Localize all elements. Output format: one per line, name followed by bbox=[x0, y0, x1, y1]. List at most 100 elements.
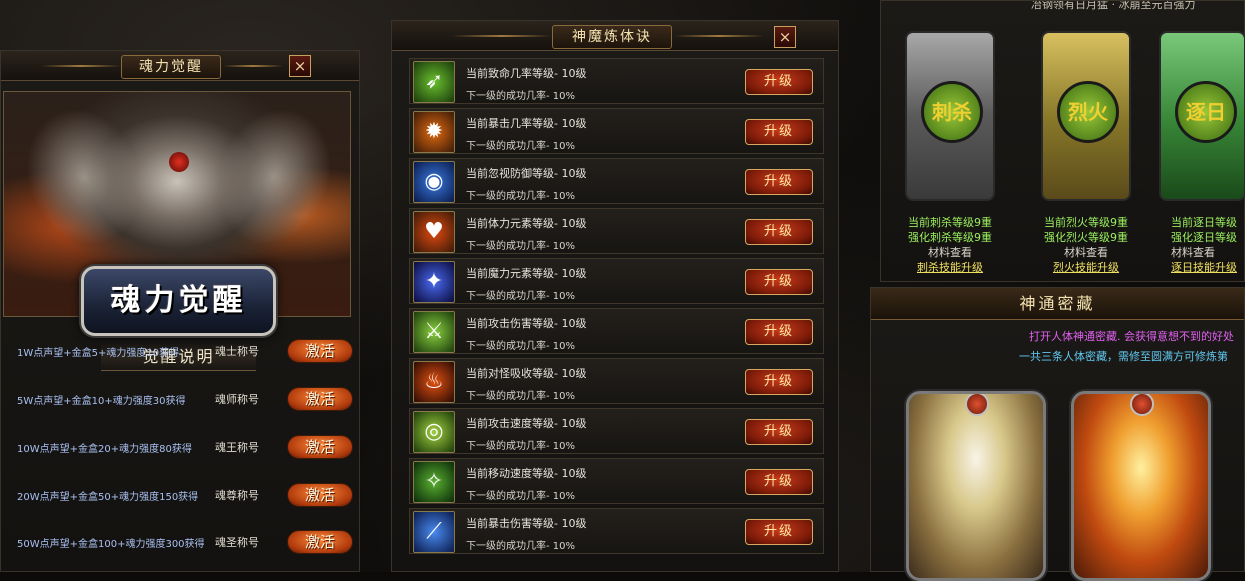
skill-success-rate: 下一级的成功几率- 10% bbox=[466, 491, 576, 502]
upgrade-button[interactable]: 升级 bbox=[745, 119, 813, 145]
dragon-gem bbox=[169, 152, 189, 172]
blue-slash-icon: ⟋ bbox=[413, 511, 455, 553]
material-view-link[interactable]: 材料查看 bbox=[895, 245, 1005, 260]
upgrade-button[interactable]: 升级 bbox=[745, 69, 813, 95]
soul-awaken-banner: 魂力觉醒 bbox=[81, 266, 276, 336]
upgrade-button[interactable]: 升级 bbox=[745, 319, 813, 345]
skill-row: ➶ 当前致命几率等级- 10级 下一级的成功几率- 10% 升级 bbox=[409, 58, 824, 104]
awaken-title-name: 魂师称号 bbox=[215, 393, 259, 406]
close-button[interactable]: × bbox=[289, 55, 311, 77]
activate-button[interactable]: 激活 bbox=[287, 339, 353, 363]
skill-success-rate: 下一级的成功几率- 10% bbox=[466, 341, 576, 352]
card-badge-icon bbox=[965, 394, 989, 416]
secret-card-phoenix[interactable] bbox=[1071, 391, 1211, 581]
upgrade-button[interactable]: 升级 bbox=[745, 219, 813, 245]
awaken-title-name: 魂尊称号 bbox=[215, 489, 259, 502]
shield-ignore-icon: ◉ bbox=[413, 161, 455, 203]
activate-button[interactable]: 激活 bbox=[287, 435, 353, 459]
soul-awaken-panel: 魂力觉醒 × 魂力觉醒 觉醒说明 1W点声望+金盒5+魂力强度10获得 魂士称号… bbox=[0, 50, 360, 572]
dragon-wing-right bbox=[191, 92, 350, 268]
skill-success-rate: 下一级的成功几率- 10% bbox=[466, 191, 576, 202]
skill-row: ◉ 当前忽视防御等级- 10级 下一级的成功几率- 10% 升级 bbox=[409, 158, 824, 204]
emblem-enhance-level: 强化逐日等级 bbox=[1171, 231, 1237, 244]
divine-secret-hint: 打开人体神通密藏. 会获得意想不到的好处 bbox=[1029, 330, 1234, 343]
skill-row: ⟋ 当前暴击伤害等级- 10级 下一级的成功几率- 10% 升级 bbox=[409, 508, 824, 554]
body-refining-title-bar: 神魔炼体诀 × bbox=[392, 21, 838, 51]
skill-level-text: 当前魔力元素等级- 10级 bbox=[466, 267, 587, 280]
upgrade-button[interactable]: 升级 bbox=[745, 469, 813, 495]
awaken-row: 10W点声望+金盒20+魂力强度80获得 魂王称号 激活 bbox=[17, 433, 357, 461]
emblem-cisha-info: 当前刺杀等级9重 强化刺杀等级9重 材料查看 刺杀技能升级 bbox=[895, 215, 1005, 275]
skill-row: ⚔ 当前攻击伤害等级- 10级 下一级的成功几率- 10% 升级 bbox=[409, 308, 824, 354]
soul-awaken-title: 魂力觉醒 bbox=[121, 55, 221, 79]
wind-swirl-icon: ◎ bbox=[413, 411, 455, 453]
fire-figure-icon: ♨ bbox=[413, 361, 455, 403]
close-button[interactable]: × bbox=[774, 26, 796, 48]
emblem-zhuri-label: 逐日 bbox=[1175, 81, 1237, 143]
awaken-requirement: 20W点声望+金盒50+魂力强度150获得 bbox=[17, 491, 199, 503]
skill-row: ♨ 当前对怪吸收等级- 10级 下一级的成功几率- 10% 升级 bbox=[409, 358, 824, 404]
emblem-cisha-label: 刺杀 bbox=[921, 81, 983, 143]
awaken-requirement: 1W点声望+金盒5+魂力强度10获得 bbox=[17, 347, 180, 359]
body-refining-panel: 神魔炼体诀 × ➶ 当前致命几率等级- 10级 下一级的成功几率- 10% 升级 ✹ 当前… bbox=[391, 20, 839, 572]
emblem-cisha[interactable]: 刺杀 bbox=[905, 31, 995, 201]
material-view-link[interactable]: 材料查看 bbox=[1031, 245, 1141, 260]
skill-upgrade-link[interactable]: 逐日技能升级 bbox=[1171, 260, 1245, 275]
upgrade-button[interactable]: 升级 bbox=[745, 269, 813, 295]
emblem-current-level: 当前逐日等级 bbox=[1171, 216, 1237, 229]
skill-emblem-panel: 冶钢领有日月猛 · 冰崩至元百强力 刺杀 当前刺杀等级9重 强化刺杀等级9重 材… bbox=[880, 0, 1245, 282]
skill-row: ✦ 当前魔力元素等级- 10级 下一级的成功几率- 10% 升级 bbox=[409, 258, 824, 304]
heart-icon: ♥ bbox=[413, 211, 455, 253]
emblem-current-level: 当前刺杀等级9重 bbox=[908, 216, 992, 229]
body-refining-title: 神魔炼体诀 bbox=[552, 25, 672, 49]
arrow-icon: ➶ bbox=[413, 61, 455, 103]
skill-success-rate: 下一级的成功几率- 10% bbox=[466, 141, 576, 152]
skill-success-rate: 下一级的成功几率- 10% bbox=[466, 241, 576, 252]
upgrade-button[interactable]: 升级 bbox=[745, 169, 813, 195]
skill-success-rate: 下一级的成功几率- 10% bbox=[466, 391, 576, 402]
flourish-right bbox=[674, 35, 764, 37]
upgrade-button[interactable]: 升级 bbox=[745, 519, 813, 545]
skill-level-text: 当前忽视防御等级- 10级 bbox=[466, 167, 587, 180]
awaken-row: 1W点声望+金盒5+魂力强度10获得 魂士称号 激活 bbox=[17, 337, 357, 365]
activate-button[interactable]: 激活 bbox=[287, 483, 353, 507]
activate-button[interactable]: 激活 bbox=[287, 530, 353, 554]
emblem-liehuo-label: 烈火 bbox=[1057, 81, 1119, 143]
upgrade-button[interactable]: 升级 bbox=[745, 419, 813, 445]
flourish-left bbox=[41, 65, 121, 67]
skill-level-text: 当前攻击速度等级- 10级 bbox=[466, 417, 587, 430]
skill-level-text: 当前移动速度等级- 10级 bbox=[466, 467, 587, 480]
material-view-link[interactable]: 材料查看 bbox=[1171, 245, 1245, 260]
emblem-liehuo[interactable]: 烈火 bbox=[1041, 31, 1131, 201]
skill-upgrade-link[interactable]: 烈火技能升级 bbox=[1031, 260, 1141, 275]
emblem-liehuo-info: 当前烈火等级9重 强化烈火等级9重 材料查看 烈火技能升级 bbox=[1031, 215, 1141, 275]
divine-secret-title: 神通密藏 bbox=[871, 288, 1244, 320]
soul-awaken-title-bar: 魂力觉醒 × bbox=[1, 51, 359, 81]
awaken-row: 5W点声望+金盒10+魂力强度30获得 魂师称号 激活 bbox=[17, 385, 357, 413]
dragon-wing-left bbox=[4, 92, 167, 268]
activate-button[interactable]: 激活 bbox=[287, 387, 353, 411]
running-figure-icon: ✧ bbox=[413, 461, 455, 503]
skill-row: ✹ 当前暴击几率等级- 10级 下一级的成功几率- 10% 升级 bbox=[409, 108, 824, 154]
emblem-enhance-level: 强化刺杀等级9重 bbox=[908, 231, 992, 244]
emblem-current-level: 当前烈火等级9重 bbox=[1044, 216, 1128, 229]
sword-slash-icon: ⚔ bbox=[413, 311, 455, 353]
skill-upgrade-link[interactable]: 刺杀技能升级 bbox=[895, 260, 1005, 275]
awaken-requirement: 5W点声望+金盒10+魂力强度30获得 bbox=[17, 395, 186, 407]
skill-success-rate: 下一级的成功几率- 10% bbox=[466, 291, 576, 302]
awaken-requirement: 10W点声望+金盒20+魂力强度80获得 bbox=[17, 443, 192, 455]
skill-level-text: 当前体力元素等级- 10级 bbox=[466, 217, 587, 230]
awaken-title-name: 魂圣称号 bbox=[215, 536, 259, 549]
skill-level-text: 当前致命几率等级- 10级 bbox=[466, 67, 587, 80]
skill-level-text: 当前对怪吸收等级- 10级 bbox=[466, 367, 587, 380]
divine-secret-rule: 一共三条人体密藏，需修至圆满方可修炼第 bbox=[1019, 350, 1228, 363]
skill-level-text: 当前暴击几率等级- 10级 bbox=[466, 117, 587, 130]
flourish-left bbox=[452, 35, 552, 37]
secret-card-sage[interactable] bbox=[906, 391, 1046, 581]
skill-level-text: 当前攻击伤害等级- 10级 bbox=[466, 317, 587, 330]
skill-level-text: 当前暴击伤害等级- 10级 bbox=[466, 517, 587, 530]
emblem-zhuri[interactable]: 逐日 bbox=[1159, 31, 1245, 201]
upgrade-button[interactable]: 升级 bbox=[745, 369, 813, 395]
emblem-enhance-level: 强化烈火等级9重 bbox=[1044, 231, 1128, 244]
skill-row: ♥ 当前体力元素等级- 10级 下一级的成功几率- 10% 升级 bbox=[409, 208, 824, 254]
